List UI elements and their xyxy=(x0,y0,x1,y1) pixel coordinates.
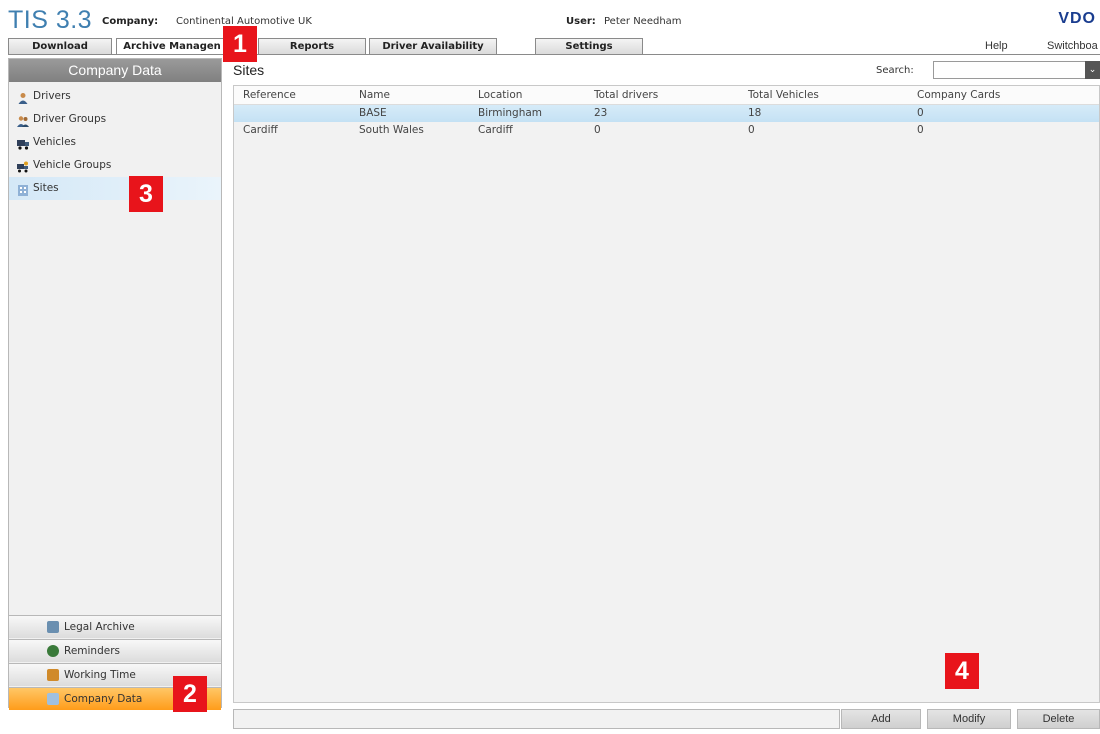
delete-button[interactable]: Delete xyxy=(1017,709,1100,729)
column-header-total-drivers[interactable]: Total drivers xyxy=(594,86,658,105)
cell-total-drivers: 23 xyxy=(594,107,608,119)
vehicle-group-icon xyxy=(17,159,29,173)
callout-badge-1: 1 xyxy=(223,26,257,62)
tab-archive-management[interactable]: Archive Managen xyxy=(116,38,228,55)
working-time-icon xyxy=(47,669,59,681)
sidebar-item-label: Driver Groups xyxy=(33,113,107,125)
site-icon xyxy=(17,182,29,196)
cell-total-drivers: 0 xyxy=(594,124,601,136)
modify-button[interactable]: Modify xyxy=(927,709,1011,729)
column-header-total-vehicles[interactable]: Total Vehicles xyxy=(748,86,819,105)
section-label: Company Data xyxy=(64,693,143,705)
main-panel: Sites Search: ⌄ Reference Name Location … xyxy=(231,58,1100,729)
sidebar: Company Data Drivers Driver Groups Vehic… xyxy=(8,58,222,710)
callout-badge-3: 3 xyxy=(129,176,163,212)
cell-total-vehicles: 18 xyxy=(748,107,762,119)
cell-total-vehicles: 0 xyxy=(748,124,755,136)
cell-company-cards: 0 xyxy=(917,124,924,136)
app-logo: TIS 3.3 xyxy=(8,6,93,34)
column-header-company-cards[interactable]: Company Cards xyxy=(917,86,1000,105)
add-button[interactable]: Add xyxy=(841,709,921,729)
section-label: Working Time xyxy=(64,669,136,681)
cell-location: Birmingham xyxy=(478,107,543,119)
cell-reference: Cardiff xyxy=(243,124,278,136)
sidebar-item-label: Sites xyxy=(33,182,59,194)
sidebar-item-sites[interactable]: Sites xyxy=(9,177,221,200)
status-bar xyxy=(233,709,840,729)
switchboard-link[interactable]: Switchboa xyxy=(1047,40,1098,52)
callout-badge-2: 2 xyxy=(173,676,207,712)
table-row[interactable]: BASE Birmingham 23 18 0 xyxy=(234,105,1099,122)
search-input[interactable] xyxy=(933,61,1086,79)
user-label: User: xyxy=(566,16,596,27)
company-data-icon xyxy=(47,693,59,705)
search-label: Search: xyxy=(876,65,914,76)
tab-download[interactable]: Download xyxy=(8,38,112,55)
company-label: Company: xyxy=(102,16,159,27)
legal-archive-icon xyxy=(47,621,59,633)
section-legal-archive[interactable]: Legal Archive xyxy=(9,615,221,638)
search-dropdown-button[interactable]: ⌄ xyxy=(1085,61,1100,79)
sidebar-item-drivers[interactable]: Drivers xyxy=(9,85,221,108)
sidebar-item-label: Vehicles xyxy=(33,136,77,148)
tab-driver-availability[interactable]: Driver Availability xyxy=(369,38,497,55)
cell-location: Cardiff xyxy=(478,124,513,136)
table-header: Reference Name Location Total drivers To… xyxy=(234,86,1099,105)
driver-icon xyxy=(17,90,29,104)
table-row[interactable]: Cardiff South Wales Cardiff 0 0 0 xyxy=(234,122,1099,139)
column-header-name[interactable]: Name xyxy=(359,86,390,105)
cell-company-cards: 0 xyxy=(917,107,924,119)
cell-name: South Wales xyxy=(359,124,424,136)
tab-settings[interactable]: Settings xyxy=(535,38,643,55)
tab-reports[interactable]: Reports xyxy=(258,38,366,55)
sidebar-item-driver-groups[interactable]: Driver Groups xyxy=(9,108,221,131)
sidebar-item-vehicle-groups[interactable]: Vehicle Groups xyxy=(9,154,221,177)
page-title: Sites xyxy=(233,62,265,78)
sidebar-title: Company Data xyxy=(9,59,221,82)
sidebar-item-vehicles[interactable]: Vehicles xyxy=(9,131,221,154)
user-value: Peter Needham xyxy=(604,16,682,27)
column-header-location[interactable]: Location xyxy=(478,86,522,105)
sites-table: Reference Name Location Total drivers To… xyxy=(233,85,1100,703)
column-header-reference[interactable]: Reference xyxy=(243,86,296,105)
cell-name: BASE xyxy=(359,107,387,119)
section-label: Legal Archive xyxy=(64,621,135,633)
sidebar-item-label: Vehicle Groups xyxy=(33,159,112,171)
tab-divider xyxy=(8,54,1100,55)
sidebar-item-label: Drivers xyxy=(33,90,71,102)
section-reminders[interactable]: Reminders xyxy=(9,639,221,662)
driver-group-icon xyxy=(17,113,29,127)
section-label: Reminders xyxy=(64,645,120,657)
callout-badge-4: 4 xyxy=(945,653,979,689)
help-link[interactable]: Help xyxy=(985,40,1008,52)
brand-logo: VDO xyxy=(1058,10,1096,27)
vehicle-icon xyxy=(17,136,29,150)
reminder-icon xyxy=(47,645,59,657)
chevron-down-icon: ⌄ xyxy=(1088,65,1097,75)
